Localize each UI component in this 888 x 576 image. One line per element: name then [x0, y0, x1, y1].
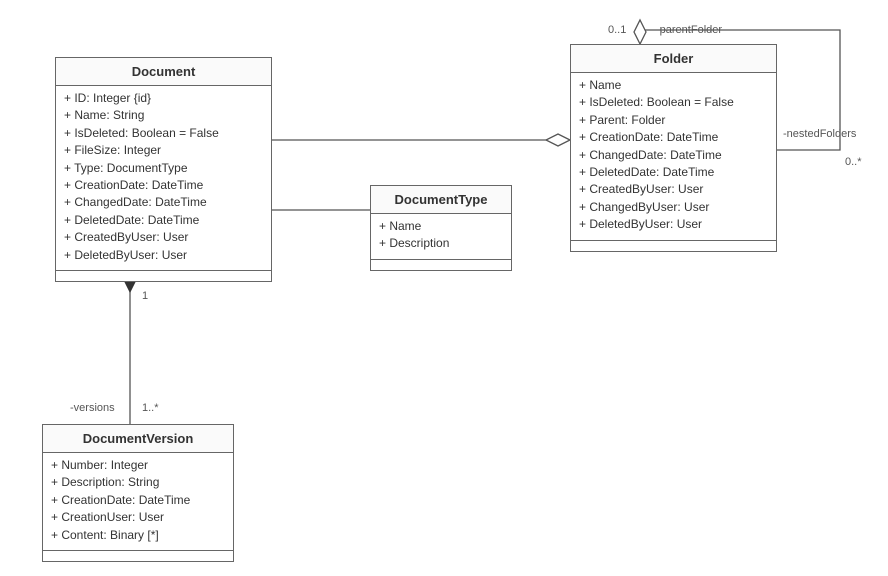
attr: + CreationDate: DateTime: [579, 129, 768, 146]
attr: + CreatedByUser: User: [64, 229, 263, 246]
class-folder: Folder + Name + IsDeleted: Boolean = Fal…: [570, 44, 777, 252]
label-doc-one: 1: [142, 290, 148, 302]
label-parentfolder-mult: 0..1: [608, 24, 626, 36]
attr: + Name: String: [64, 107, 263, 124]
attr: + FileSize: Integer: [64, 142, 263, 159]
attr: + CreationDate: DateTime: [64, 177, 263, 194]
attr: + IsDeleted: Boolean = False: [579, 94, 768, 111]
class-documenttype-attrs: + Name + Description: [371, 214, 511, 260]
class-document-ops: [56, 271, 271, 281]
class-document: Document + ID: Integer {id} + Name: Stri…: [55, 57, 272, 282]
attr: + ChangedDate: DateTime: [579, 147, 768, 164]
label-nestedfolders-mult: 0..*: [845, 156, 862, 168]
attr: + CreationUser: User: [51, 509, 225, 526]
attr: + CreationDate: DateTime: [51, 492, 225, 509]
class-documentversion-ops: [43, 551, 233, 561]
label-versions-mult: 1..*: [142, 402, 159, 414]
attr: + Description: String: [51, 474, 225, 491]
attr: + DeletedDate: DateTime: [64, 212, 263, 229]
class-documentversion: DocumentVersion + Number: Integer + Desc…: [42, 424, 234, 562]
class-folder-attrs: + Name + IsDeleted: Boolean = False + Pa…: [571, 73, 776, 241]
attr: + Parent: Folder: [579, 112, 768, 129]
attr: + ChangedDate: DateTime: [64, 194, 263, 211]
class-documentversion-title: DocumentVersion: [43, 425, 233, 453]
attr: + Content: Binary [*]: [51, 527, 225, 544]
attr: + Type: DocumentType: [64, 160, 263, 177]
label-parentfolder-role: -parentFolder: [656, 24, 722, 36]
attr: + Number: Integer: [51, 457, 225, 474]
attr: + Name: [579, 77, 768, 94]
class-folder-ops: [571, 241, 776, 251]
label-versions-role: -versions: [70, 402, 115, 414]
class-documentversion-attrs: + Number: Integer + Description: String …: [43, 453, 233, 551]
attr: + ChangedByUser: User: [579, 199, 768, 216]
attr: + Name: [379, 218, 503, 235]
class-document-attrs: + ID: Integer {id} + Name: String + IsDe…: [56, 86, 271, 271]
class-documenttype: DocumentType + Name + Description: [370, 185, 512, 271]
class-documenttype-ops: [371, 260, 511, 270]
attr: + DeletedByUser: User: [64, 247, 263, 264]
attr: + Description: [379, 235, 503, 252]
label-nestedfolders-role: -nestedFolders: [783, 128, 856, 140]
attr: + DeletedDate: DateTime: [579, 164, 768, 181]
attr: + ID: Integer {id}: [64, 90, 263, 107]
class-folder-title: Folder: [571, 45, 776, 73]
attr: + CreatedByUser: User: [579, 181, 768, 198]
attr: + DeletedByUser: User: [579, 216, 768, 233]
class-document-title: Document: [56, 58, 271, 86]
diagram-canvas: Document + ID: Integer {id} + Name: Stri…: [0, 0, 888, 576]
attr: + IsDeleted: Boolean = False: [64, 125, 263, 142]
class-documenttype-title: DocumentType: [371, 186, 511, 214]
